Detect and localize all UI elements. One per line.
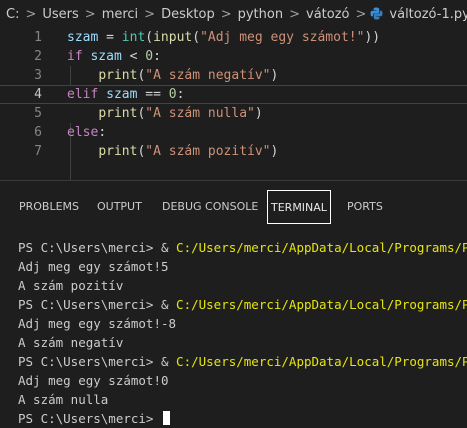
terminal-command-line: PS C:\Users\merci> & C:/Users/merci/AppD… xyxy=(18,295,467,314)
code-token: 0 xyxy=(168,87,177,102)
line-number: 3 xyxy=(34,68,42,83)
code-text: szam = int(input("Adj meg egy számot!")) xyxy=(67,28,380,47)
breadcrumb-item-desktop[interactable]: Desktop xyxy=(159,7,217,22)
code-token: = xyxy=(98,30,122,45)
breadcrumb-separator: > xyxy=(220,6,232,22)
breadcrumb-separator: > xyxy=(289,6,300,22)
code-token: szam xyxy=(106,87,138,102)
code-token: input xyxy=(153,30,193,45)
code-token: szam xyxy=(67,30,99,45)
code-text: print("A szám negatív") xyxy=(67,66,278,85)
terminal-command-line: PS C:\Users\merci> & C:/Users/merci/AppD… xyxy=(18,352,467,371)
terminal-output-line: A szám nulla xyxy=(18,392,109,407)
terminal-input-line: Adj meg egy számot!5 xyxy=(18,259,169,274)
code-editor[interactable]: 1 szam = int(input("Adj meg egy számot!")… xyxy=(0,28,467,180)
code-token: < xyxy=(121,49,146,64)
code-token: if xyxy=(67,49,83,64)
tab-problems[interactable]: PROBLEMS xyxy=(19,190,79,224)
terminal-cursor xyxy=(163,411,170,425)
breadcrumb-separator: > xyxy=(84,6,96,22)
tab-debug-console[interactable]: DEBUG CONSOLE xyxy=(162,190,258,224)
breadcrumb-item-file[interactable]: változó-1.py xyxy=(387,7,467,22)
code-token: ) xyxy=(254,106,263,121)
terminal-prompt: PS C:\Users\merci> & xyxy=(18,297,177,312)
breadcrumb-item-folder[interactable]: vátozó xyxy=(304,7,352,22)
line-number: 1 xyxy=(34,30,42,45)
terminal-command-path: C:/Users/merci/AppData/Local/Programs/Py… xyxy=(176,297,467,312)
code-line[interactable]: 6 else: xyxy=(0,123,467,142)
code-token: "Adj meg egy számot!" xyxy=(200,30,365,45)
code-token: : xyxy=(98,125,107,140)
panel-tabs: PROBLEMS OUTPUT DEBUG CONSOLE TERMINAL P… xyxy=(0,190,467,226)
code-line[interactable]: 1 szam = int(input("Adj meg egy számot!")… xyxy=(0,28,467,47)
code-line[interactable]: 4 elif szam == 0: xyxy=(0,85,467,104)
code-line[interactable]: 7 print("A szám pozitív") xyxy=(0,142,467,161)
code-token: == xyxy=(137,87,169,102)
code-line[interactable]: 2 if szam < 0: xyxy=(0,47,467,66)
tab-output[interactable]: OUTPUT xyxy=(97,190,142,224)
terminal-prompt: PS C:\Users\merci> & xyxy=(18,354,177,369)
terminal-final-prompt: PS C:\Users\merci> xyxy=(18,411,161,426)
breadcrumb: C: > Users > merci > Desktop > python > … xyxy=(0,0,467,28)
line-number: 4 xyxy=(34,87,42,102)
panel-divider xyxy=(0,180,467,181)
code-token: 0 xyxy=(145,49,154,64)
terminal-output-line: A szám pozitív xyxy=(18,278,124,293)
line-number: 6 xyxy=(34,125,42,140)
code-token: ( xyxy=(145,30,154,45)
breadcrumb-separator: > xyxy=(355,6,367,22)
code-token: print xyxy=(98,68,138,83)
terminal-output-line: A szám negatív xyxy=(18,335,124,350)
code-token: else xyxy=(67,125,99,140)
code-token: : xyxy=(153,49,161,64)
breadcrumb-item-drive[interactable]: C: xyxy=(4,7,21,22)
terminal-command-path: C:/Users/merci/AppData/Local/Programs/Py… xyxy=(176,240,467,255)
line-number: 5 xyxy=(34,106,42,121)
code-token: szam xyxy=(90,49,122,64)
terminal-prompt-line: PS C:\Users\merci> xyxy=(18,409,467,428)
terminal-prompt: PS C:\Users\merci> & xyxy=(18,240,177,255)
breadcrumb-item-users[interactable]: Users xyxy=(40,7,80,22)
terminal-input-line: Adj meg egy számot!-8 xyxy=(18,316,177,331)
code-token: "A szám nulla" xyxy=(145,106,255,121)
code-token: "A szám pozitív" xyxy=(145,144,271,159)
code-token: "A szám negatív" xyxy=(145,68,271,83)
breadcrumb-item-merci[interactable]: merci xyxy=(100,7,140,22)
code-token: int xyxy=(121,30,146,45)
code-line[interactable]: 3 print("A szám negatív") xyxy=(0,66,467,85)
breadcrumb-separator: > xyxy=(144,6,156,22)
code-text: if szam < 0: xyxy=(67,47,161,66)
code-token: : xyxy=(176,87,185,102)
breadcrumb-separator: > xyxy=(25,6,37,22)
code-token: ) xyxy=(270,144,279,159)
terminal-command-path: C:/Users/merci/AppData/Local/Programs/Py… xyxy=(176,354,467,369)
python-file-icon xyxy=(370,7,383,22)
line-number: 2 xyxy=(34,49,42,64)
code-token: )) xyxy=(364,30,381,45)
code-text: print("A szám nulla") xyxy=(67,104,263,123)
code-token: elif xyxy=(67,87,99,102)
code-token: print xyxy=(98,144,138,159)
code-token: print xyxy=(98,106,138,121)
code-text: print("A szám pozitív") xyxy=(67,142,278,161)
terminal-input-line: Adj meg egy számot!0 xyxy=(18,373,169,388)
code-text: elif szam == 0: xyxy=(67,86,184,103)
code-line[interactable]: 5 print("A szám nulla") xyxy=(0,104,467,123)
terminal-command-line: PS C:\Users\merci> & C:/Users/merci/AppD… xyxy=(18,238,467,257)
line-number: 7 xyxy=(34,144,42,159)
breadcrumb-item-python[interactable]: python xyxy=(236,7,285,22)
code-text: else: xyxy=(67,123,106,142)
code-token: ( xyxy=(192,30,201,45)
terminal[interactable]: PS C:\Users\merci> & C:/Users/merci/AppD… xyxy=(0,238,467,426)
tab-ports[interactable]: PORTS xyxy=(347,190,383,224)
tab-terminal[interactable]: TERMINAL xyxy=(267,190,331,224)
code-token: ) xyxy=(270,68,279,83)
